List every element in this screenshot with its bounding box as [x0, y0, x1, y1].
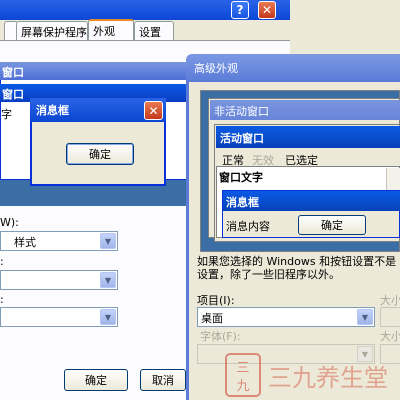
preview-window-text[interactable]: 窗口文字 [219, 169, 263, 185]
item-label: 项目(I): [197, 294, 235, 307]
cancel-button[interactable]: 取消 [140, 369, 186, 391]
preview-message-box-title[interactable]: 消息框 [223, 191, 400, 211]
ok-button[interactable]: 确定 [64, 369, 128, 391]
font-label: 字体(F): [200, 330, 241, 343]
windows-buttons-label: W): [0, 216, 19, 229]
close-button[interactable]: ✕ [258, 1, 276, 19]
close-icon: ✕ [148, 103, 159, 118]
tab-screensaver[interactable]: 屏幕保护程序 [16, 21, 88, 40]
chevron-down-icon: ▼ [100, 272, 116, 288]
font-size-label: 大小 [380, 330, 400, 343]
color-scheme-label: : [0, 255, 4, 268]
dialog-title: 高级外观 [194, 62, 238, 75]
preview-inactive-title[interactable]: 非活动窗口 [210, 100, 400, 120]
tab-appearance[interactable]: 外观 [88, 19, 134, 40]
close-icon: ✕ [261, 3, 273, 17]
info-text-line: 如果您选择的 Windows 和按钮设置不是 W [197, 255, 400, 268]
chevron-down-icon: ▼ [357, 346, 373, 362]
preview-active-title[interactable]: 活动窗口 [216, 126, 400, 148]
font-size-label: : [0, 293, 4, 306]
help-button[interactable]: ? [231, 1, 249, 19]
chevron-down-icon: ▼ [357, 309, 373, 325]
tab-label: 外观 [93, 25, 115, 38]
item-select[interactable]: 桌面 ▼ [197, 307, 375, 327]
preview-message-text[interactable]: 消息内容 [226, 218, 270, 234]
style-select[interactable]: 样式 ▼ [0, 231, 118, 251]
size-field [380, 307, 400, 327]
font-size-select[interactable]: ▼ [0, 307, 118, 327]
color-scheme-select[interactable]: ▼ [0, 270, 118, 290]
info-text: 如果您选择的 Windows 和按钮设置不是 W 设置，除了一些旧程序以外。 [197, 255, 400, 281]
tab-strip: 屏幕保护程序 外观 设置 [0, 19, 290, 40]
tab-settings[interactable]: 设置 [134, 21, 174, 40]
title-bar: ? ✕ [0, 0, 290, 20]
ok-label: 确定 [321, 219, 343, 232]
help-icon: ? [236, 3, 244, 17]
size-label: 大小 [380, 294, 400, 307]
style-select-value: 样式 [14, 236, 36, 249]
chevron-down-icon: ▼ [100, 309, 116, 325]
cancel-label: 取消 [152, 374, 174, 387]
ok-label: 确定 [85, 374, 107, 387]
tab-label: 设置 [139, 26, 161, 39]
item-select-value: 桌面 [201, 312, 223, 325]
tab-label: 屏幕保护程序 [21, 26, 87, 39]
message-box-ok-button[interactable]: 确定 [66, 143, 134, 165]
font-size-field [380, 344, 400, 364]
chevron-down-icon: ▼ [100, 233, 116, 249]
message-box-close-button[interactable]: ✕ [144, 101, 163, 120]
ok-label: 确定 [89, 148, 111, 161]
advanced-appearance-title-bar: 高级外观 [186, 54, 400, 82]
preview-ok-button[interactable]: 确定 [298, 215, 366, 235]
preview-inactive-title: 窗口 [0, 62, 190, 80]
font-select: ▼ [197, 344, 375, 364]
info-text-line: 设置，除了一些旧程序以外。 [197, 268, 340, 281]
